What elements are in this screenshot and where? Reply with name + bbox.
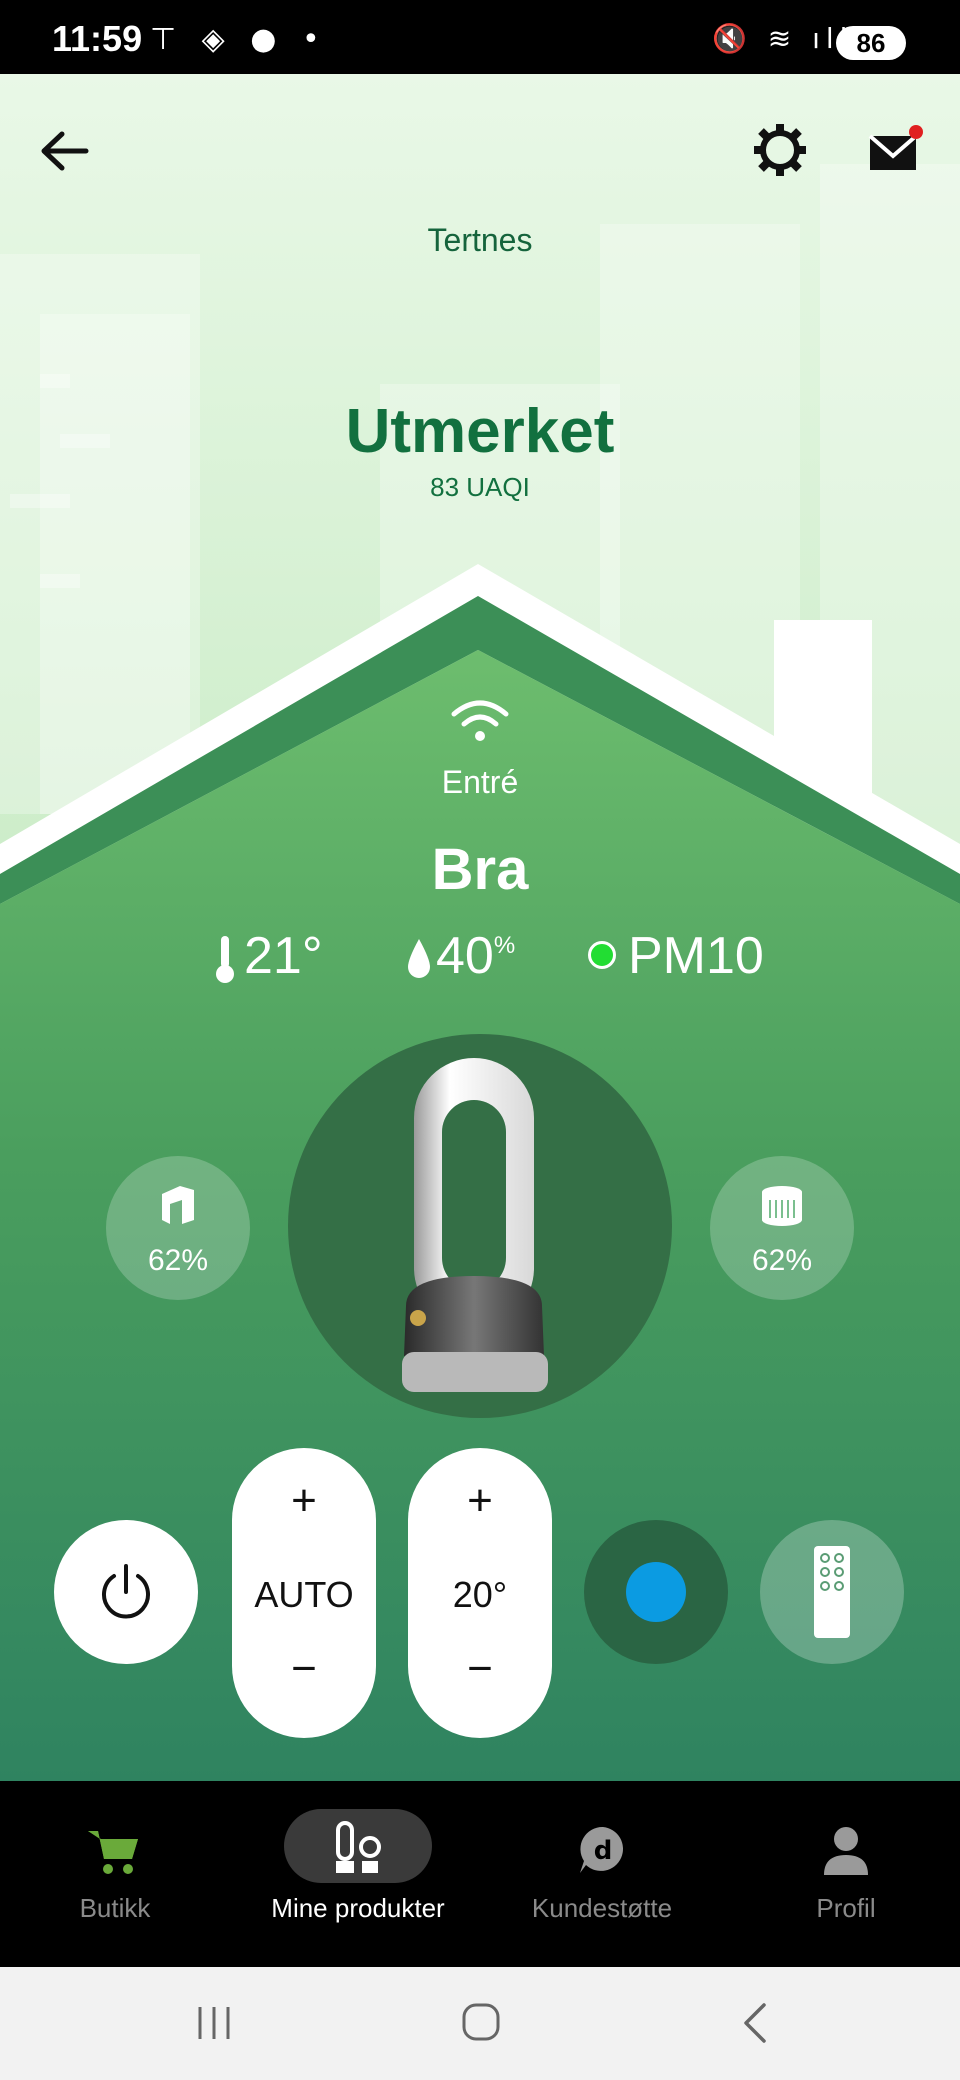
temperature-metric: 21° (214, 926, 323, 996)
svg-text:d: d (594, 1836, 613, 1866)
battery-indicator: 86 (836, 26, 906, 60)
nav-item-mine-produkter[interactable]: Mine produkter (248, 1781, 468, 1967)
temperature-target-value: 20° (452, 1574, 508, 1615)
messages-button[interactable] (868, 124, 924, 174)
thermometer-icon (216, 936, 234, 984)
pollutant-metric: PM10 (588, 926, 764, 996)
humidity-unit: % (493, 932, 516, 959)
hepa-filter-icon (762, 1186, 802, 1226)
products-icon (336, 1821, 381, 1873)
nav-label-butikk: Butikk (79, 1893, 151, 1923)
power-icon (102, 1564, 150, 1619)
carbon-filter-icon (162, 1186, 194, 1224)
left-filter-status[interactable]: 62% (106, 1156, 250, 1300)
notification-icons: ⊤ ◈ ● • (150, 22, 328, 57)
nav-item-profil[interactable]: Profil (776, 1781, 916, 1967)
wifi-icon (451, 700, 509, 741)
left-filter-percent: 62% (147, 1244, 209, 1277)
device-screen: Tertnes Utmerket 83 UAQI Entré Bra 21° 4… (0, 74, 960, 1781)
right-filter-status[interactable]: 62% (710, 1156, 854, 1300)
temperature-decrease-button[interactable]: − (408, 1644, 552, 1694)
humidity-value: 40 (436, 927, 494, 985)
indoor-quality: Bra (431, 837, 529, 902)
power-button[interactable] (54, 1520, 198, 1664)
nav-item-kundestotte[interactable]: d Kundestøtte (512, 1781, 692, 1967)
remote-control-button[interactable] (760, 1520, 904, 1664)
room-name: Entré (441, 764, 519, 800)
nav-label-kundestotte: Kundestøtte (531, 1893, 673, 1923)
back-button[interactable] (36, 128, 96, 174)
temperature-control: + 20° − (408, 1448, 552, 1738)
back-arrow-icon (41, 131, 89, 171)
bottom-navigation: Butikk Mine produkter d Kundestøtte Prof… (0, 1781, 960, 1967)
fan-speed-control: + AUTO − (232, 1448, 376, 1738)
right-filter-percent: 62% (751, 1244, 813, 1277)
system-navigation-bar (0, 1967, 960, 2080)
profile-icon (824, 1827, 868, 1875)
pollutant-label: PM10 (628, 927, 764, 985)
fan-speed-increase-button[interactable]: + (232, 1476, 376, 1526)
outdoor-quality: Utmerket (345, 397, 615, 466)
back-nav-icon[interactable] (736, 2001, 776, 2045)
fan-speed-decrease-button[interactable]: − (232, 1644, 376, 1694)
mail-icon (868, 125, 923, 170)
nav-label-profil: Profil (816, 1893, 876, 1923)
location-label: Tertnes (427, 222, 533, 258)
pollutant-status-dot (588, 941, 616, 970)
status-bar: 11:59 ⊤ ◈ ● • 🔇 ≋ ıll 86 (0, 0, 960, 74)
status-time: 11:59 (52, 18, 143, 59)
air-purifier-image (402, 1058, 548, 1392)
nav-label-mine-produkter: Mine produkter (271, 1893, 445, 1923)
cart-icon (88, 1831, 138, 1874)
outdoor-index: 83 UAQI (430, 472, 530, 502)
remote-icon (814, 1546, 850, 1638)
home-icon[interactable] (460, 2001, 504, 2045)
water-drop-icon (408, 939, 430, 979)
temperature-increase-button[interactable]: + (408, 1476, 552, 1526)
nav-item-butikk[interactable]: Butikk (30, 1781, 200, 1967)
fan-speed-value: AUTO (254, 1574, 354, 1615)
blue-dot-icon (626, 1562, 686, 1622)
support-icon: d (580, 1826, 624, 1873)
cooling-mode-button[interactable] (584, 1520, 728, 1664)
humidity-metric: 40% (406, 926, 515, 996)
signal-icons: 🔇 ≋ ıll (712, 22, 854, 55)
temperature-value: 21° (244, 927, 323, 985)
settings-button[interactable] (752, 122, 808, 178)
device-image-container[interactable] (288, 1034, 672, 1418)
gear-icon (754, 124, 806, 176)
recent-apps-icon[interactable] (194, 2003, 234, 2043)
